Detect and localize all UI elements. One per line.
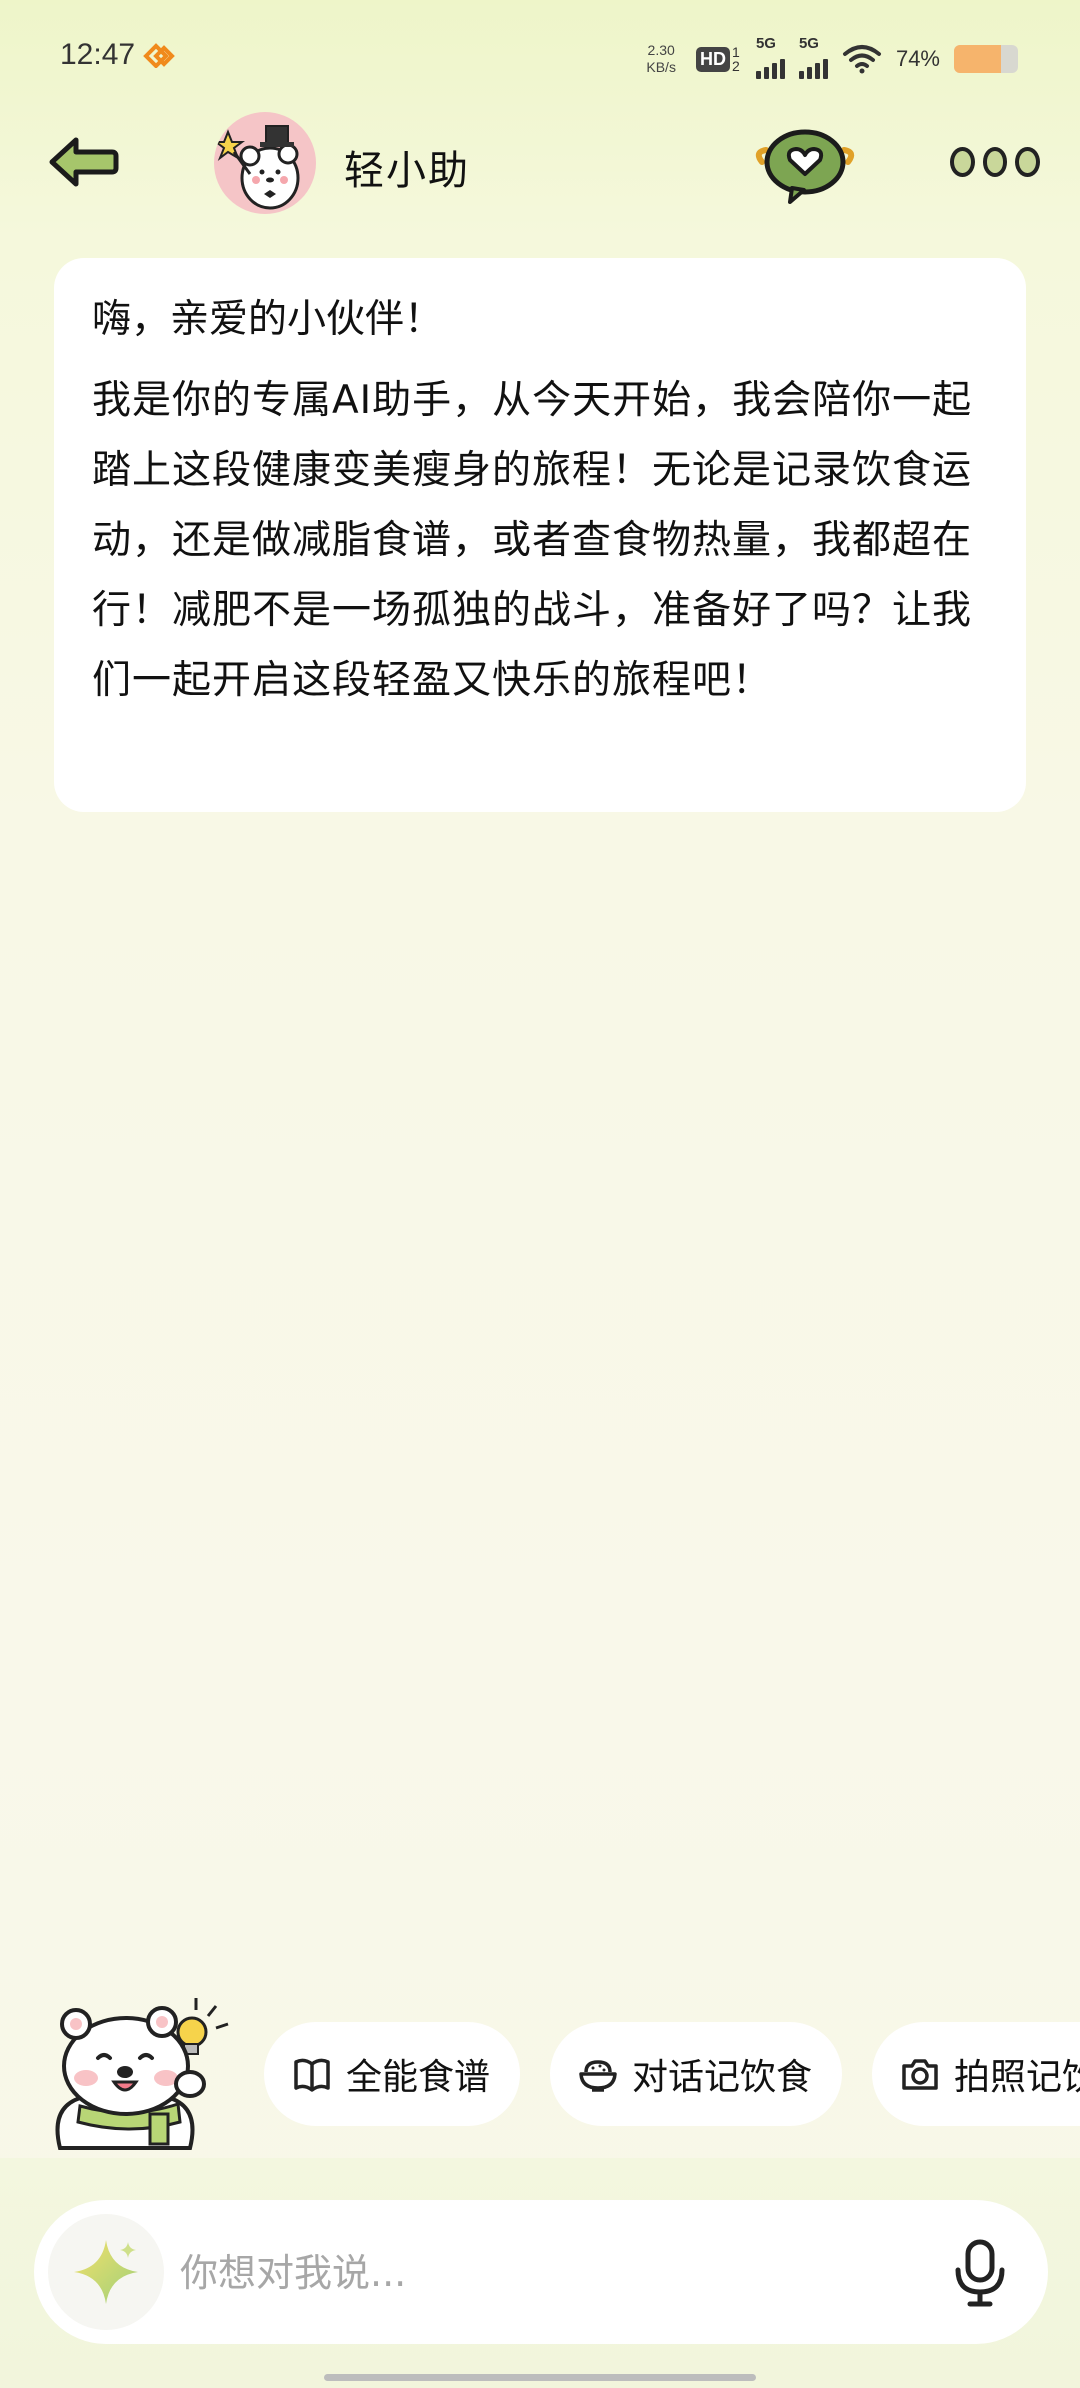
ai-sparkle-button[interactable] [48,2214,164,2330]
more-dots-icon [950,147,975,177]
hd-subscript: 1 2 [731,44,740,74]
net-speed-value: 2.30 [647,42,675,58]
quick-action-label: 对话记饮食 [632,2057,813,2098]
book-icon [294,2058,330,2092]
net-speed: 2.30 KB/s [646,42,676,76]
speed-app-icon [143,43,175,68]
signal-label: 5G [755,35,776,52]
wifi-icon [842,45,881,74]
chat-input-bar [34,2200,1048,2344]
header: 轻小助 [0,108,1080,218]
quick-action-label: 拍照记饮食 [954,2057,1080,2098]
chat-input[interactable] [178,2230,922,2316]
battery-icon [954,45,1018,73]
input-panel [0,2158,1080,2388]
status-indicators: 2.30 KB/s HD 1 2 5G 5G 74% [646,34,1018,84]
signal-icon: 5G [755,35,785,79]
page-title: 轻小助 [344,148,470,194]
microphone-icon[interactable] [944,2236,1016,2308]
assistant-avatar[interactable] [214,112,316,214]
sparkle-icon [74,2240,138,2304]
quick-action-chat-log-food[interactable]: 对话记饮食 [550,2022,843,2126]
hd-badge: HD [695,46,730,72]
message-greeting: 嗨，亲爱的小伙伴！ [92,297,444,342]
assistant-message-bubble: 嗨，亲爱的小伙伴！ 我是你的专属AI助手，从今天开始，我会陪你一起踏上这段健康变… [54,258,1026,812]
status-time: 12:47 [60,38,136,71]
net-speed-unit: KB/s [646,59,676,75]
heart-chat-icon[interactable] [750,122,860,206]
back-arrow-icon[interactable] [46,134,120,190]
signal-icon-2: 5G [798,35,828,79]
battery-fill [954,45,1002,73]
quick-actions-scroller[interactable]: 全能食谱 对话记饮食 拍照记饮食 [264,2010,1080,2140]
home-indicator[interactable] [324,2374,756,2381]
bear-avatar-icon [214,125,300,210]
quick-action-label: 全能食谱 [346,2057,491,2098]
message-body: 我是你的专属AI助手，从今天开始，我会陪你一起踏上这段健康变美瘦身的旅程！无论是… [92,378,973,703]
quick-action-photo-log-food[interactable]: 拍照记饮食 [872,2022,1080,2126]
camera-icon [902,2059,938,2090]
quick-action-recipes[interactable]: 全能食谱 [264,2022,521,2126]
battery-percent: 74% [895,46,940,71]
signal-label-2: 5G [798,35,819,52]
rice-bowl-icon [579,2060,617,2092]
hd-voice-icon: HD 1 2 [695,44,742,74]
status-bar: 12:47 2.30 KB/s HD 1 2 5G 5G 74% [0,0,1080,110]
bear-mascot-icon [55,1998,229,2150]
more-button[interactable] [950,142,1041,182]
